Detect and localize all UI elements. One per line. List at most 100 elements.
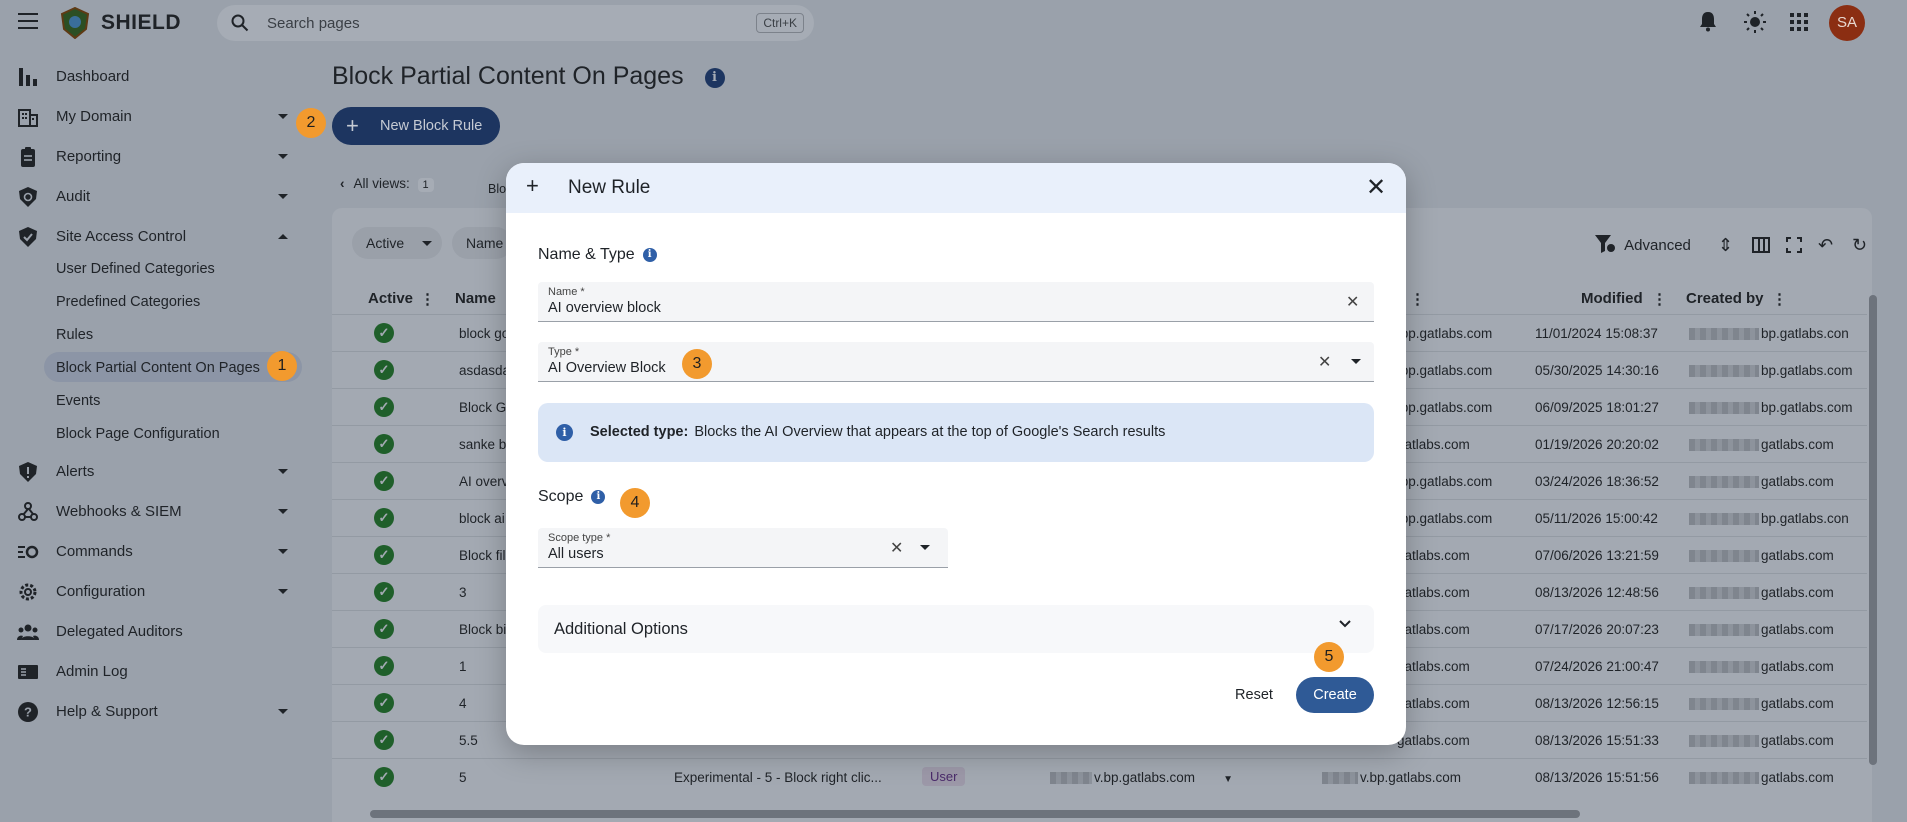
row-modified-by: gatlabs.com <box>1397 733 1470 748</box>
type-select[interactable]: Type * AI Overview Block ✕ <box>538 342 1374 382</box>
plus-icon: + <box>526 173 539 198</box>
sidebar-subitem-user-defined-categories[interactable]: User Defined Categories <box>56 261 215 277</box>
column-header-modified[interactable]: Modified <box>1581 290 1643 307</box>
chevron-down-icon <box>278 114 288 119</box>
sidebar-item-my-domain[interactable]: My Domain <box>0 98 300 134</box>
views-selector[interactable]: ‹ All views: 1 Blo <box>340 176 506 196</box>
by-text: gatlabs.com <box>1397 585 1470 600</box>
chevron-down-icon <box>278 469 288 474</box>
redacted <box>1322 772 1358 785</box>
new-rule-dialog: + New Rule ✕ Name & Type i Name * AI over… <box>506 163 1406 745</box>
row-name: Block bi <box>459 622 507 637</box>
close-icon[interactable]: ✕ <box>1366 173 1386 202</box>
fullscreen-icon[interactable] <box>1786 237 1802 253</box>
sidebar-subitem-block-partial-content[interactable]: Block Partial Content On Pages <box>56 360 260 376</box>
sidebar-item-admin-log[interactable]: Admin Log <box>0 653 300 689</box>
clear-icon[interactable]: ✕ <box>890 538 903 558</box>
chevron-down-icon[interactable]: ▼ <box>1223 774 1233 785</box>
sidebar-item-commands[interactable]: Commands <box>0 533 300 569</box>
redacted <box>1689 365 1759 378</box>
sidebar-item-delegated-auditors[interactable]: Delegated Auditors <box>0 613 300 649</box>
search-placeholder: Search pages <box>267 15 360 32</box>
row-name: 1 <box>459 659 467 674</box>
column-header-active[interactable]: Active <box>368 290 413 307</box>
undo-icon[interactable]: ↶ <box>1818 235 1833 256</box>
row-name: asdasda <box>459 363 511 378</box>
clear-icon[interactable]: ✕ <box>1318 352 1331 372</box>
by-text: gatlabs.com <box>1397 659 1470 674</box>
vertical-scrollbar[interactable] <box>1869 295 1877 765</box>
chevron-down-icon[interactable] <box>1351 359 1361 364</box>
sidebar-subitem-events[interactable]: Events <box>56 393 100 409</box>
refresh-icon[interactable]: ↻ <box>1852 235 1867 256</box>
column-menu-icon[interactable]: ⋮ <box>1652 290 1667 308</box>
row-modified-by: gatlabs.com <box>1397 585 1470 600</box>
column-header-name[interactable]: Name <box>455 290 496 307</box>
page-title-text: Block Partial Content On Pages <box>332 62 684 90</box>
step-badge-4: 4 <box>620 488 650 518</box>
clear-icon[interactable]: ✕ <box>1346 292 1359 312</box>
sidebar-item-label: Audit <box>56 188 91 205</box>
commands-icon <box>18 545 39 559</box>
apps-grid-icon[interactable] <box>1790 13 1808 31</box>
filter-active-chip[interactable]: Active <box>352 227 442 259</box>
top-bar: SHIELD Search pages Ctrl+K SA <box>0 0 1907 46</box>
theme-toggle-icon[interactable] <box>1743 10 1767 34</box>
sidebar-item-dashboard[interactable]: Dashboard <box>0 58 300 94</box>
sidebar-subitem-rules[interactable]: Rules <box>56 327 93 343</box>
bell-icon[interactable] <box>1698 10 1718 32</box>
density-icon[interactable]: ⇕ <box>1718 235 1733 256</box>
chevron-down-icon <box>278 154 288 159</box>
redacted <box>1689 402 1759 415</box>
tab-view[interactable]: Blo <box>488 182 506 196</box>
column-menu-icon[interactable]: ⋮ <box>1410 290 1425 308</box>
sidebar-item-site-access-control[interactable]: Site Access Control <box>0 218 300 254</box>
info-icon[interactable]: i <box>642 248 657 262</box>
row-modified: 08/13/2026 15:51:56 <box>1535 770 1659 785</box>
redacted <box>1050 772 1092 785</box>
column-header-created-by[interactable]: Created by <box>1686 290 1764 307</box>
chevron-down-icon[interactable] <box>920 545 930 550</box>
row-modified-by: .bp.gatlabs.com <box>1397 511 1492 526</box>
additional-options-accordion[interactable]: Additional Options <box>538 605 1374 653</box>
menu-icon[interactable] <box>18 13 38 31</box>
sidebar-item-webhooks-siem[interactable]: Webhooks & SIEM <box>0 493 300 529</box>
new-block-rule-button[interactable]: + New Block Rule <box>332 107 500 145</box>
reset-button[interactable]: Reset <box>1224 677 1284 713</box>
sidebar-item-label: Webhooks & SIEM <box>56 503 182 520</box>
sidebar-item-label: Commands <box>56 543 133 560</box>
advanced-filter-button[interactable]: Advanced <box>1594 234 1691 254</box>
name-field[interactable]: Name * AI overview block ✕ <box>538 282 1374 322</box>
sidebar-subitem-block-page-configuration[interactable]: Block Page Configuration <box>56 426 220 442</box>
row-created-by: gatlabs.com <box>1689 659 1834 674</box>
created-text: gatlabs.com <box>1761 474 1834 489</box>
columns-icon[interactable] <box>1752 237 1770 253</box>
column-menu-icon[interactable]: ⋮ <box>420 290 435 308</box>
sidebar-item-help-support[interactable]: ? Help & Support <box>0 693 300 729</box>
name-field-value[interactable]: AI overview block <box>548 300 661 316</box>
sidebar-item-configuration[interactable]: Configuration <box>0 573 300 609</box>
info-icon[interactable]: i <box>704 68 725 88</box>
additional-options-label: Additional Options <box>554 620 688 638</box>
avatar[interactable]: SA <box>1829 5 1865 41</box>
sidebar-subitem-predefined-categories[interactable]: Predefined Categories <box>56 294 200 310</box>
by-text: gatlabs.com <box>1397 733 1470 748</box>
search-bar[interactable]: Search pages Ctrl+K <box>217 5 814 41</box>
filter-name-chip[interactable]: Name <box>452 227 512 259</box>
column-menu-icon[interactable]: ⋮ <box>1772 290 1787 308</box>
sidebar-item-alerts[interactable]: Alerts <box>0 453 300 489</box>
created-text: gatlabs.com <box>1761 733 1834 748</box>
chevron-left-icon[interactable]: ‹ <box>340 176 345 191</box>
row-modified: 03/24/2026 18:36:52 <box>1535 474 1659 489</box>
table-row[interactable]: ✓ 5 Experimental - 5 - Block right clic...… <box>332 758 1867 795</box>
chevron-up-icon <box>278 234 288 239</box>
sidebar-item-reporting[interactable]: Reporting <box>0 138 300 174</box>
info-icon[interactable]: i <box>591 490 606 504</box>
sidebar-item-audit[interactable]: Audit <box>0 178 300 214</box>
selected-type-text: Selected type: Blocks the AI Overview tha… <box>590 424 1165 440</box>
create-button[interactable]: Create <box>1296 677 1374 713</box>
selected-type-info: i Selected type: Blocks the AI Overview t… <box>538 403 1374 462</box>
scope-type-select[interactable]: Scope type * All users ✕ <box>538 528 948 568</box>
horizontal-scrollbar[interactable] <box>370 810 1580 818</box>
row-name: 4 <box>459 696 467 711</box>
